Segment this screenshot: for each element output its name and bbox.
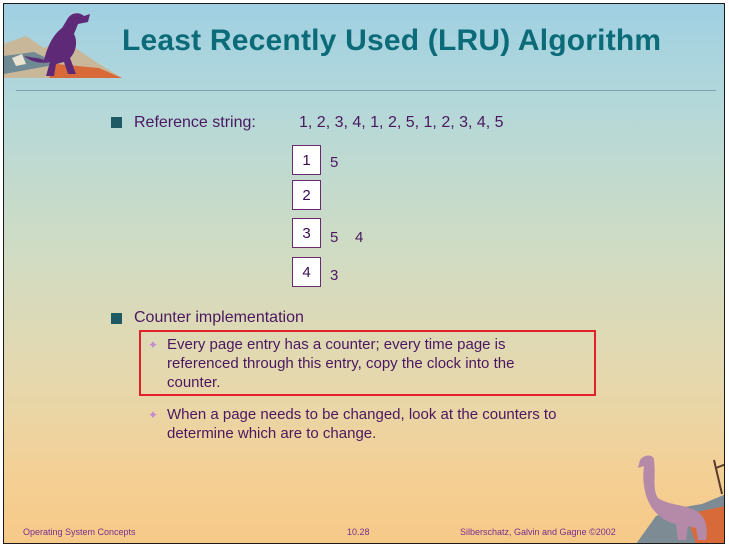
footer-page-number: 10.28 <box>347 527 370 537</box>
footer-right: Silberschatz, Galvin and Gagne ©2002 <box>460 527 616 537</box>
footer-left: Operating System Concepts <box>23 527 136 537</box>
slide-title: Least Recently Used (LRU) Algorithm <box>122 24 662 57</box>
text-line: counter. <box>167 374 221 391</box>
frame-cell: 4 <box>292 257 321 287</box>
text-line: referenced through this entry, copy the … <box>167 355 515 372</box>
reference-string-label: Reference string: <box>134 114 256 131</box>
bullet-square-icon <box>111 313 122 324</box>
slide: Least Recently Used (LRU) Algorithm Refe… <box>3 3 725 544</box>
dinosaur-icon <box>636 455 724 543</box>
counter-implementation-label: Counter implementation <box>134 309 304 326</box>
title-divider <box>16 90 716 91</box>
frame-cell: 2 <box>292 180 321 210</box>
sub-bullet-icon: ✦ <box>148 408 159 422</box>
sub-bullet-icon: ✦ <box>148 338 159 352</box>
bullet-square-icon <box>111 117 122 128</box>
sub-bullet-text: When a page needs to be changed, look at… <box>167 405 556 443</box>
text-line: determine which are to change. <box>167 425 377 442</box>
frame-replacement: 5 4 <box>330 229 364 246</box>
dinosaur-icon <box>4 13 122 78</box>
reference-string-value: 1, 2, 3, 4, 1, 2, 5, 1, 2, 3, 4, 5 <box>299 114 504 131</box>
frame-replacement: 3 <box>330 267 339 284</box>
frame-cell: 3 <box>292 218 321 248</box>
text-line: Every page entry has a counter; every ti… <box>167 336 506 353</box>
frame-replacement: 5 <box>330 154 339 171</box>
sub-bullet-text: Every page entry has a counter; every ti… <box>167 335 514 392</box>
text-line: When a page needs to be changed, look at… <box>167 406 557 423</box>
frame-cell: 1 <box>292 145 321 175</box>
